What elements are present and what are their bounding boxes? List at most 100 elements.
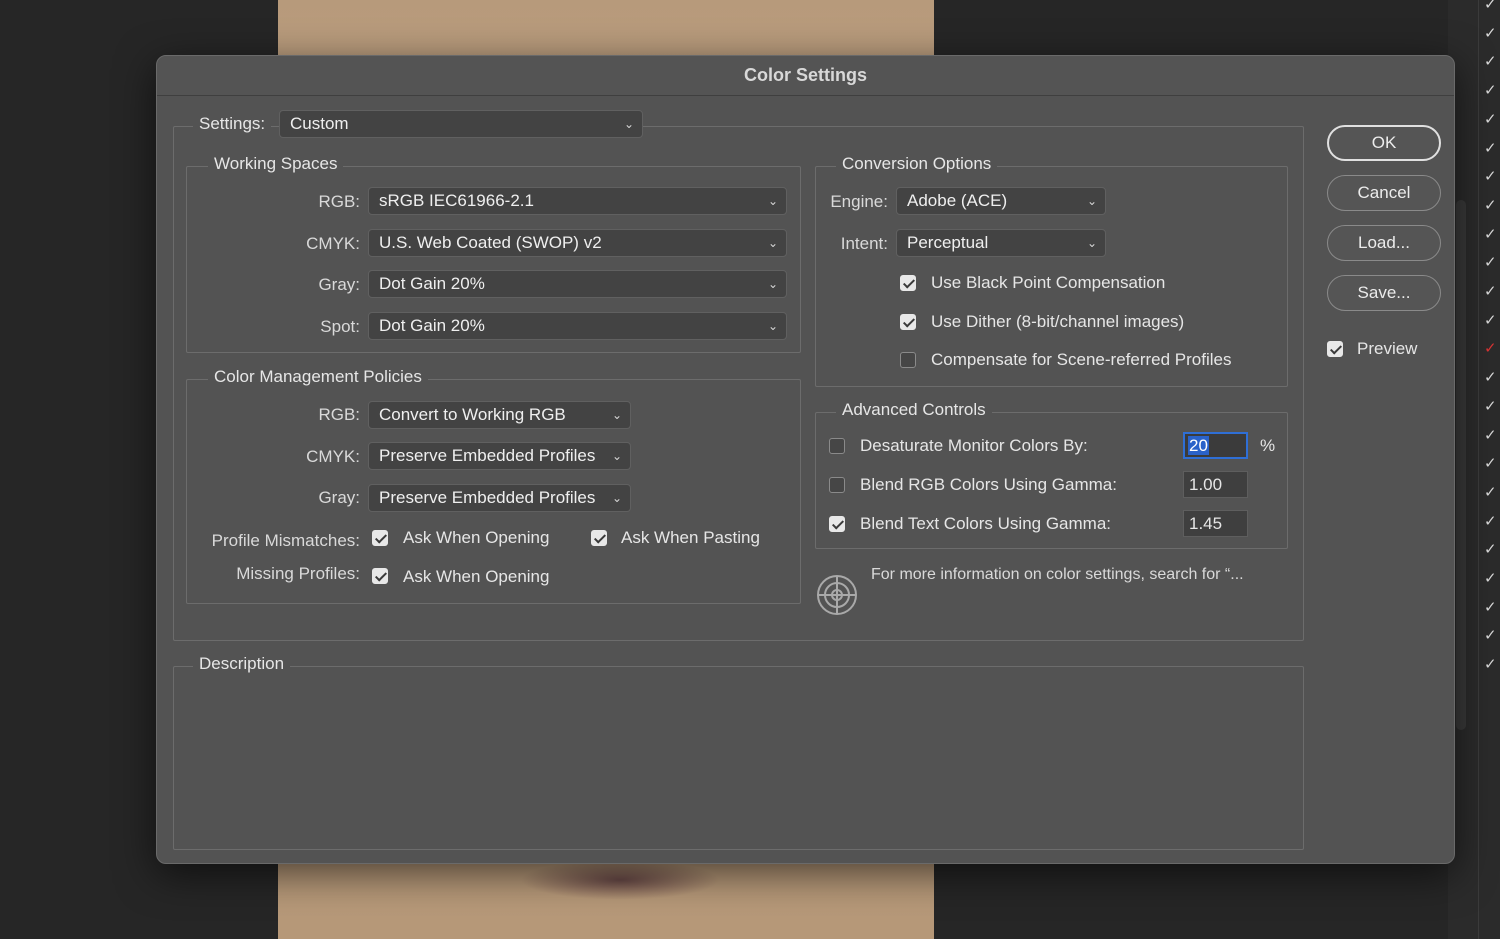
ws-cmyk-label: CMYK: <box>306 234 360 253</box>
policy-gray-dropdown[interactable]: Preserve Embedded Profiles ⌄ <box>368 484 631 512</box>
conversion-title: Conversion Options <box>836 154 998 174</box>
blend-rgb-input[interactable]: 1.00 <box>1183 471 1248 498</box>
mismatch-ask-opening-label: Ask When Opening <box>403 528 550 547</box>
missing-ask-opening-checkbox[interactable] <box>372 568 388 584</box>
missing-profiles-label: Missing Profiles: <box>236 564 360 583</box>
chevron-down-icon: ⌄ <box>767 277 778 291</box>
dither-checkbox[interactable] <box>900 314 916 330</box>
check-icon: ✓ <box>1484 540 1497 559</box>
scene-referred-label: Compensate for Scene-referred Profiles <box>931 350 1232 369</box>
cancel-button[interactable]: Cancel <box>1327 175 1441 211</box>
ws-rgb-dropdown[interactable]: sRGB IEC61966-2.1 ⌄ <box>368 187 787 215</box>
check-icon: ✓ <box>1484 368 1497 387</box>
percent-unit: % <box>1260 436 1276 455</box>
blend-text-checkbox[interactable] <box>829 516 845 532</box>
chevron-down-icon: ⌄ <box>767 319 778 333</box>
check-icon: ✓ <box>1484 109 1497 128</box>
description-title: Description <box>193 654 291 674</box>
load-button[interactable]: Load... <box>1327 225 1441 261</box>
chevron-down-icon: ⌄ <box>1086 236 1097 250</box>
settings-label: Settings: <box>199 114 266 133</box>
settings-value: Custom <box>290 114 349 133</box>
chevron-down-icon: ⌄ <box>1086 194 1097 208</box>
check-icon: ✓ <box>1484 511 1497 530</box>
history-checkmarks: ✓ ✓ ✓ ✓ ✓ ✓ ✓ ✓ ✓ ✓ ✓ ✓ ✓ ✓ ✓ ✓ ✓ ✓ ✓ ✓ ✓ ✓ ✓ ✓ <box>1478 0 1500 939</box>
color-settings-dialog: Color Settings Settings: Custom ⌄ Workin… <box>156 55 1455 864</box>
settings-dropdown[interactable]: Custom ⌄ <box>279 110 643 138</box>
check-icon: ✓ <box>1484 224 1497 243</box>
chevron-down-icon: ⌄ <box>767 236 778 250</box>
ws-spot-dropdown[interactable]: Dot Gain 20% ⌄ <box>368 312 787 340</box>
chevron-down-icon: ⌄ <box>767 194 778 208</box>
ws-gray-dropdown[interactable]: Dot Gain 20% ⌄ <box>368 270 787 298</box>
ws-cmyk-dropdown[interactable]: U.S. Web Coated (SWOP) v2 ⌄ <box>368 229 787 257</box>
mismatch-ask-opening-checkbox[interactable] <box>372 530 388 546</box>
ws-gray-value: Dot Gain 20% <box>379 274 485 293</box>
check-icon: ✓ <box>1484 655 1497 674</box>
check-icon: ✓ <box>1484 425 1497 444</box>
policy-rgb-value: Convert to Working RGB <box>379 405 566 424</box>
settings-row: Settings: <box>193 114 272 134</box>
policies-title: Color Management Policies <box>208 367 428 387</box>
check-icon: ✓ <box>1484 253 1497 272</box>
ws-spot-value: Dot Gain 20% <box>379 316 485 335</box>
ok-button[interactable]: OK <box>1327 125 1441 161</box>
blend-text-label: Blend Text Colors Using Gamma: <box>860 514 1112 533</box>
check-icon: ✓ <box>1484 396 1497 415</box>
advanced-title: Advanced Controls <box>836 400 992 420</box>
engine-dropdown[interactable]: Adobe (ACE) ⌄ <box>896 187 1106 215</box>
mismatch-ask-pasting-checkbox[interactable] <box>591 530 607 546</box>
save-button[interactable]: Save... <box>1327 275 1441 311</box>
blend-text-input[interactable]: 1.45 <box>1183 510 1248 537</box>
desaturate-input[interactable]: 20 <box>1183 432 1248 459</box>
working-spaces-title: Working Spaces <box>208 154 344 174</box>
check-icon: ✓ <box>1484 310 1497 329</box>
dialog-title: Color Settings <box>157 56 1454 96</box>
intent-dropdown[interactable]: Perceptual ⌄ <box>896 229 1106 257</box>
dither-label: Use Dither (8-bit/channel images) <box>931 312 1185 331</box>
color-wheel-icon <box>817 575 857 615</box>
check-icon: ✓ <box>1484 195 1497 214</box>
description-group <box>173 666 1304 850</box>
check-icon: ✓ <box>1484 454 1497 473</box>
chevron-down-icon: ⌄ <box>611 449 622 463</box>
chevron-down-icon: ⌄ <box>611 408 622 422</box>
profile-mismatches-label: Profile Mismatches: <box>211 531 360 550</box>
ws-spot-label: Spot: <box>320 317 360 336</box>
blend-rgb-checkbox[interactable] <box>829 477 845 493</box>
intent-label: Intent: <box>840 234 888 253</box>
policy-gray-value: Preserve Embedded Profiles <box>379 488 596 507</box>
desaturate-value: 20 <box>1188 436 1209 455</box>
policy-rgb-label: RGB: <box>318 405 360 424</box>
engine-value: Adobe (ACE) <box>907 191 1008 210</box>
panel-scrollbar[interactable] <box>1456 200 1466 730</box>
info-help-text: For more information on color settings, … <box>871 566 1244 583</box>
mismatch-ask-pasting-label: Ask When Pasting <box>621 528 760 547</box>
chevron-down-icon: ⌄ <box>623 117 634 131</box>
preview-label: Preview <box>1357 339 1418 358</box>
policy-cmyk-label: CMYK: <box>306 447 360 466</box>
desaturate-label: Desaturate Monitor Colors By: <box>860 436 1088 455</box>
ws-rgb-label: RGB: <box>318 192 360 211</box>
policy-rgb-dropdown[interactable]: Convert to Working RGB ⌄ <box>368 401 631 429</box>
policy-cmyk-dropdown[interactable]: Preserve Embedded Profiles ⌄ <box>368 442 631 470</box>
desaturate-checkbox[interactable] <box>829 438 845 454</box>
preview-checkbox[interactable] <box>1327 341 1343 357</box>
policy-gray-label: Gray: <box>318 488 360 507</box>
check-icon: ✓ <box>1484 626 1497 645</box>
black-point-checkbox[interactable] <box>900 275 916 291</box>
chevron-down-icon: ⌄ <box>611 491 622 505</box>
check-icon: ✓ <box>1484 0 1497 13</box>
ws-rgb-value: sRGB IEC61966-2.1 <box>379 191 534 210</box>
missing-ask-opening-label: Ask When Opening <box>403 567 550 586</box>
scene-referred-checkbox[interactable] <box>900 352 916 368</box>
canvas-image-detail <box>520 860 720 900</box>
policy-cmyk-value: Preserve Embedded Profiles <box>379 446 596 465</box>
engine-label: Engine: <box>830 192 888 211</box>
check-icon: ✓ <box>1484 597 1497 616</box>
check-icon: ✓ <box>1484 23 1497 42</box>
check-icon: ✓ <box>1484 81 1497 100</box>
check-icon: ✓ <box>1484 52 1497 71</box>
check-icon: ✓ <box>1484 167 1497 186</box>
check-icon: ✓ <box>1484 339 1497 358</box>
